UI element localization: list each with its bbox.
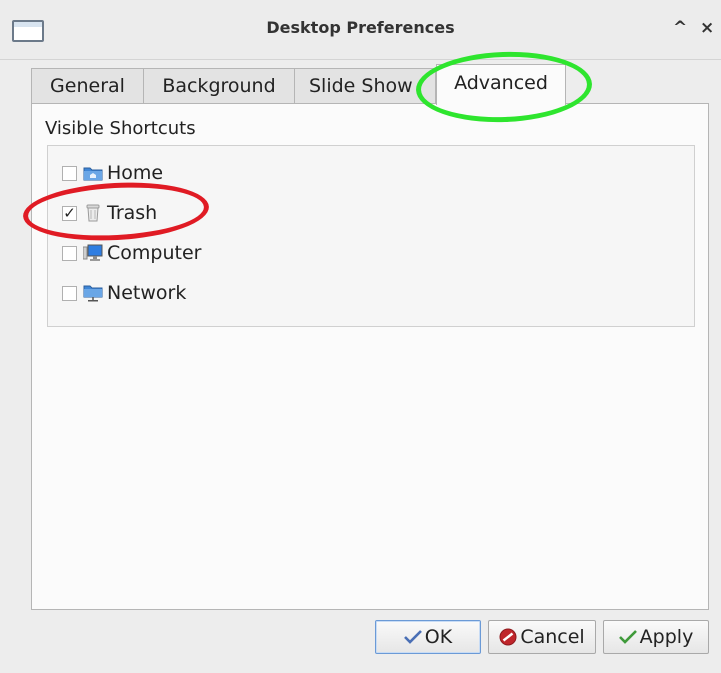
- network-folder-icon: [83, 284, 103, 302]
- apply-button-label: Apply: [639, 626, 694, 648]
- network-checkbox[interactable]: [62, 285, 77, 301]
- apply-button[interactable]: Apply: [603, 620, 709, 654]
- close-window-button[interactable]: ×: [700, 18, 714, 38]
- visible-shortcuts-label: Visible Shortcuts: [45, 118, 196, 139]
- shade-window-button[interactable]: ^: [673, 18, 687, 38]
- computer-icon: [83, 244, 103, 262]
- tab-general[interactable]: General: [31, 68, 144, 104]
- advanced-tab-panel: Visible Shortcuts Home ✓ Trash Computer …: [31, 103, 709, 610]
- tab-advanced[interactable]: Advanced: [436, 64, 566, 105]
- shortcut-network-row[interactable]: Network: [62, 279, 186, 307]
- window-title: Desktop Preferences: [266, 18, 455, 37]
- computer-label: Computer: [107, 242, 202, 264]
- trash-label: Trash: [107, 202, 158, 224]
- shortcut-home-row[interactable]: Home: [62, 159, 163, 187]
- trash-icon: [83, 204, 103, 222]
- ok-button[interactable]: OK: [375, 620, 481, 654]
- tab-background[interactable]: Background: [143, 68, 295, 104]
- cancel-button[interactable]: Cancel: [488, 620, 596, 654]
- visible-shortcuts-group: Home ✓ Trash Computer Network: [47, 145, 695, 327]
- shortcut-computer-row[interactable]: Computer: [62, 239, 201, 267]
- tab-slide-show[interactable]: Slide Show: [294, 68, 436, 104]
- title-bar[interactable]: Desktop Preferences ^ ×: [0, 0, 721, 60]
- ok-button-label: OK: [424, 626, 453, 648]
- trash-checkbox[interactable]: ✓: [62, 205, 77, 221]
- network-label: Network: [107, 282, 187, 304]
- home-label: Home: [107, 162, 164, 184]
- shortcut-trash-row[interactable]: ✓ Trash: [62, 199, 157, 227]
- cancel-icon: [499, 628, 517, 646]
- home-folder-icon: [83, 164, 103, 182]
- checkmark-icon: [403, 630, 422, 644]
- checkmark-icon: [618, 630, 637, 644]
- home-checkbox[interactable]: [62, 165, 77, 181]
- computer-checkbox[interactable]: [62, 245, 77, 261]
- cancel-button-label: Cancel: [520, 626, 585, 648]
